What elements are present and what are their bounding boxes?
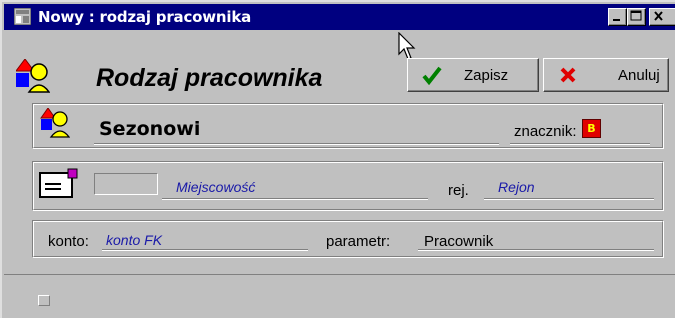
region-underline bbox=[484, 198, 654, 200]
close-button[interactable] bbox=[649, 8, 675, 26]
minimize-icon bbox=[613, 19, 620, 21]
konto-underline bbox=[102, 249, 308, 251]
save-button[interactable]: Zapisz bbox=[407, 58, 539, 92]
region-label: rej. bbox=[448, 182, 469, 199]
x-icon bbox=[560, 67, 576, 83]
param-label: parametr: bbox=[326, 233, 391, 250]
status-indicator bbox=[38, 295, 50, 306]
cancel-button[interactable]: Anuluj bbox=[543, 58, 669, 92]
marker-label: znacznik: bbox=[514, 123, 577, 140]
save-label: Zapisz bbox=[464, 67, 509, 84]
cancel-label: Anuluj bbox=[618, 67, 660, 84]
dialog-window: Nowy : rodzaj pracownika Rodzaj pracowni… bbox=[0, 0, 675, 318]
name-underline bbox=[94, 143, 499, 145]
city-underline bbox=[162, 198, 428, 200]
employee-type-icon bbox=[16, 59, 50, 93]
postal-code-field[interactable] bbox=[94, 173, 158, 195]
city-field[interactable]: Miejscowość bbox=[176, 179, 255, 195]
title-bar[interactable]: Nowy : rodzaj pracownika bbox=[4, 4, 675, 30]
konto-field[interactable]: konto FK bbox=[106, 232, 162, 248]
checkmark-icon bbox=[422, 66, 442, 85]
minimize-button[interactable] bbox=[608, 8, 627, 26]
marker-underline bbox=[510, 143, 650, 145]
status-separator bbox=[4, 274, 675, 275]
maximize-button[interactable] bbox=[627, 8, 646, 26]
people-icon bbox=[40, 108, 70, 138]
maximize-icon bbox=[630, 10, 642, 21]
name-field[interactable]: Sezonowi bbox=[99, 118, 200, 140]
page-title: Rodzaj pracownika bbox=[96, 64, 323, 92]
app-icon bbox=[14, 8, 31, 25]
param-underline bbox=[418, 249, 654, 251]
close-icon bbox=[654, 11, 663, 21]
region-field[interactable]: Rejon bbox=[498, 179, 535, 195]
envelope-icon[interactable] bbox=[39, 168, 79, 200]
marker-badge[interactable]: B bbox=[582, 119, 601, 138]
konto-label: konto: bbox=[48, 233, 89, 250]
param-field[interactable]: Pracownik bbox=[424, 233, 493, 250]
window-title: Nowy : rodzaj pracownika bbox=[38, 8, 252, 26]
